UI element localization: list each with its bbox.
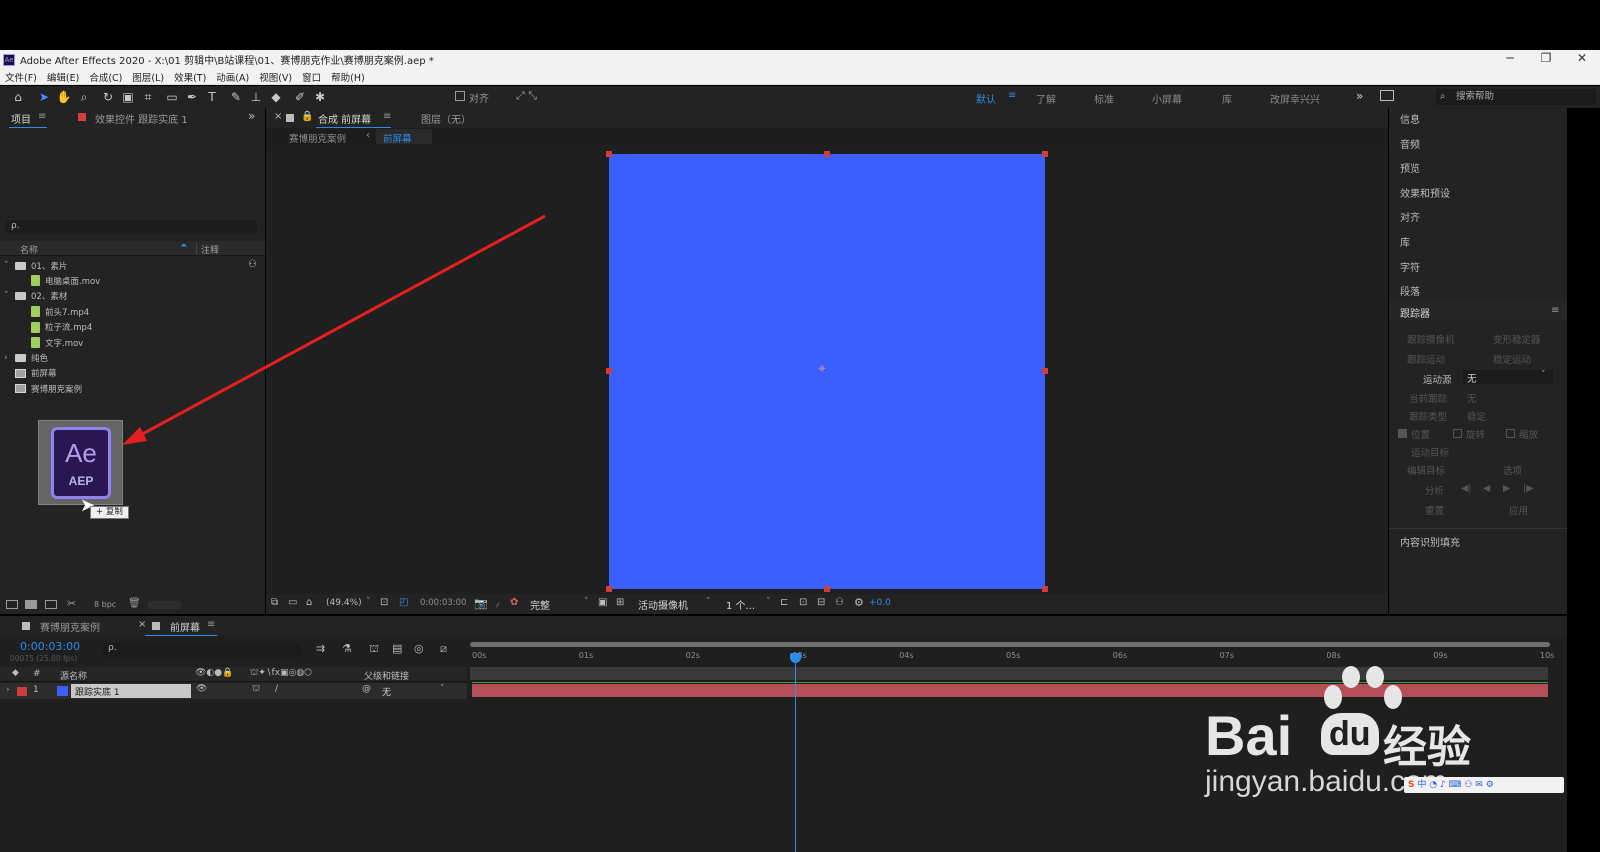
ruler-tick-label: 10s — [1540, 651, 1555, 660]
analyze-forward-button[interactable]: ▶ — [1503, 483, 1510, 494]
comp-tab-icon — [22, 622, 30, 630]
timeline-current-time[interactable]: 0:00:03:00 — [20, 640, 80, 653]
ruler-tick-label: 07s — [1219, 651, 1234, 660]
layer-column-header: ◆ # 源名称 👁◐●🔒 ⛫✦∖fx▣◎◍⬡ 父级和链接 — [0, 667, 467, 682]
tab-timeline-cyberpunk[interactable]: 赛博朋克案例 — [40, 619, 100, 634]
chevron-down-icon: ˅ — [440, 684, 445, 694]
ruler-tick-label: 04s — [899, 651, 914, 660]
close-tab-icon[interactable]: × — [138, 619, 146, 630]
layer-label-color[interactable] — [17, 687, 27, 696]
av-features-icons: 👁◐●🔒 — [195, 668, 234, 678]
tab-timeline-front-screen[interactable]: 前屏幕 — [170, 619, 200, 634]
eye-icon[interactable]: 👁 — [196, 684, 207, 694]
position-checkbox[interactable] — [1398, 429, 1407, 438]
ruler-tick-label: 09s — [1433, 651, 1448, 660]
layer-number: 1 — [33, 685, 39, 695]
analyze-back-all-button[interactable]: ◀| — [1461, 483, 1472, 494]
comp-mini-flowchart-icon[interactable]: ⇉ — [316, 642, 325, 655]
current-track-value[interactable]: 无 — [1467, 391, 1477, 405]
reset-button[interactable]: 重置 — [1425, 503, 1444, 517]
ime-logo-icon: S — [1408, 780, 1415, 790]
frame-blending-icon[interactable]: ▤ — [392, 642, 402, 655]
right-panel-item[interactable]: 效果和预设 — [1400, 185, 1450, 200]
motion-target-label: 运动目标 — [1411, 448, 1450, 459]
watermark-brand: Bai — [1205, 704, 1293, 767]
divider — [1389, 528, 1567, 529]
draft-3d-icon[interactable]: ⚗ — [342, 642, 352, 655]
warp-stabilizer-button[interactable]: 变形稳定器 — [1493, 332, 1541, 346]
timeline-layer-row[interactable]: › 1 跟踪实底 1 👁 ⛫ / @ 无 ˅ — [0, 683, 467, 699]
shy-switch-icon[interactable]: ⛫ — [252, 684, 260, 695]
ime-toolbar[interactable]: S 中 ◔ ♪ ⌨ ⚇ ✉ ⚙ — [1404, 777, 1564, 793]
column-parent[interactable]: 父级和链接 — [364, 669, 409, 682]
layer-parent-value[interactable]: 无 — [382, 685, 391, 698]
content-aware-fill[interactable]: 内容识别填充 — [1400, 534, 1460, 549]
work-area-bar[interactable] — [470, 642, 1550, 647]
arrow-line — [134, 214, 546, 440]
right-panel-item[interactable]: 段落 — [1400, 283, 1420, 298]
timeline-tab-bar: 赛博朋克案例 × 前屏幕 ≡ — [0, 616, 1567, 636]
apply-button[interactable]: 应用 — [1509, 503, 1528, 517]
shy-icon[interactable]: ⛫ — [369, 642, 379, 657]
tracker-title: 跟踪器 — [1400, 309, 1430, 320]
right-panels: 信息音频预览效果和预设对齐库字符段落 跟踪器 ≡ 跟踪摄像机 变形稳定器 跟踪运… — [1389, 108, 1567, 614]
panel-menu-icon[interactable]: ≡ — [1551, 305, 1559, 316]
right-panel-item[interactable]: 预览 — [1400, 160, 1420, 175]
layer-name-field[interactable]: 跟踪实底 1 — [71, 684, 191, 698]
current-track-label: 当前跟踪 — [1409, 394, 1448, 405]
right-panel-item[interactable]: 信息 — [1400, 111, 1420, 126]
motion-source-value: 无 — [1467, 374, 1477, 385]
graph-editor-icon[interactable]: ⧄ — [440, 642, 447, 656]
motion-source-label: 运动源 — [1423, 375, 1452, 386]
search-icon: ρ. — [108, 643, 117, 653]
right-panel-item[interactable]: 对齐 — [1400, 209, 1420, 224]
track-type-value[interactable]: 稳定 — [1467, 409, 1486, 423]
analyze-back-button[interactable]: ◀ — [1483, 483, 1490, 494]
rotation-label: 旋转 — [1466, 430, 1486, 441]
track-motion-button[interactable]: 跟踪运动 — [1407, 352, 1445, 366]
timeline-search-input[interactable]: ρ. — [103, 643, 301, 657]
comp-tab-icon — [152, 622, 160, 630]
position-label: 位置 — [1411, 430, 1431, 441]
scale-checkbox[interactable] — [1506, 429, 1515, 438]
scale-label: 缩放 — [1519, 430, 1539, 441]
ruler-tick-label: 05s — [1006, 651, 1021, 660]
stabilize-motion-button[interactable]: 稳定运动 — [1493, 352, 1531, 366]
number-column-icon: # — [33, 669, 41, 679]
layer-name: 跟踪实底 1 — [75, 688, 120, 698]
ruler-tick-label: 08s — [1326, 651, 1341, 660]
track-type-label: 跟踪类型 — [1409, 412, 1448, 423]
ruler-tick-label: 01s — [578, 651, 594, 660]
ruler-tick-label: 02s — [685, 651, 700, 660]
tracker-header: 跟踪器 ≡ — [1389, 302, 1567, 320]
layer-solid-icon — [57, 686, 68, 696]
expand-layer-icon[interactable]: › — [6, 685, 10, 695]
analyze-label: 分析 — [1425, 486, 1445, 497]
timeline-frame-info: 00075 (25.00 fps) — [10, 654, 78, 663]
label-icon: ◆ — [12, 668, 19, 678]
ruler-tick-label: 06s — [1112, 651, 1128, 660]
analyze-forward-all-button[interactable]: |▶ — [1523, 483, 1534, 494]
panel-menu-icon[interactable]: ≡ — [207, 619, 215, 630]
pick-whip-icon[interactable]: @ — [362, 684, 371, 694]
arrow-head — [122, 427, 147, 445]
motion-blur-icon[interactable]: ◎ — [414, 642, 424, 655]
right-panel-item[interactable]: 库 — [1400, 234, 1410, 249]
rotation-checkbox[interactable] — [1453, 429, 1462, 438]
track-camera-button[interactable]: 跟踪摄像机 — [1407, 332, 1455, 346]
edit-target-button[interactable]: 编辑目标 — [1407, 463, 1445, 477]
playhead-line[interactable] — [795, 656, 796, 852]
switches-icons: ⛫✦∖fx▣◎◍⬡ — [250, 668, 313, 678]
chevron-down-icon: ˅ — [1541, 370, 1546, 380]
tab-underline — [145, 635, 217, 636]
motion-source-dropdown[interactable]: 无 ˅ — [1463, 370, 1553, 385]
ruler-tick-label: 00s — [472, 651, 487, 660]
right-panel-item[interactable]: 字符 — [1400, 259, 1420, 274]
screen: Ae Adobe After Effects 2020 - X:\01 剪辑中\… — [0, 0, 1600, 852]
right-panel-item[interactable]: 音频 — [1400, 136, 1420, 151]
watermark-brand-mid: du — [1329, 715, 1371, 753]
column-source-name[interactable]: 源名称 — [60, 669, 87, 682]
quality-switch-icon[interactable]: / — [275, 684, 278, 694]
options-button[interactable]: 选项 — [1503, 463, 1522, 477]
